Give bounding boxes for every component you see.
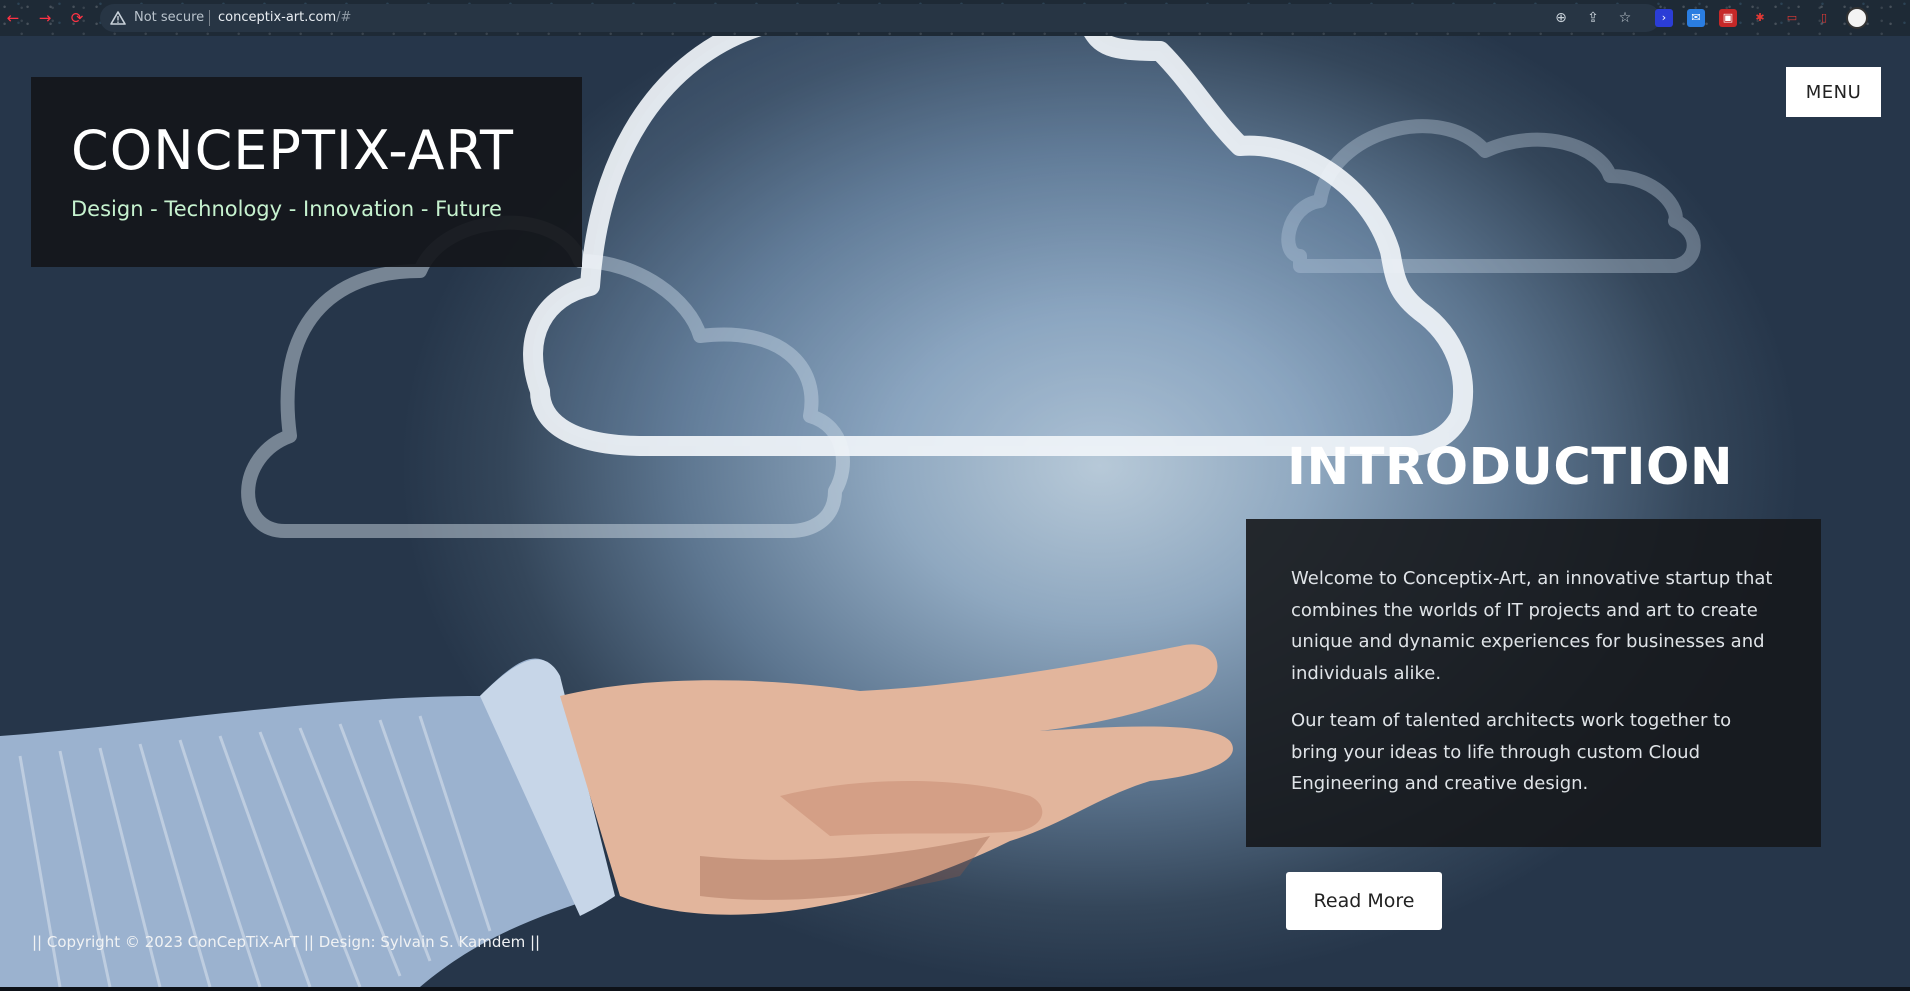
warning-icon	[110, 11, 126, 25]
extension-terminal-icon[interactable]: ›	[1655, 9, 1673, 27]
site-tagline: Design - Technology - Innovation - Futur…	[71, 197, 502, 221]
extension-cast-icon[interactable]: ▭	[1783, 9, 1801, 27]
address-divider	[209, 10, 210, 26]
intro-paragraph-2: Our team of talented architects work tog…	[1291, 710, 1732, 794]
site-title[interactable]: CONCEPTIX-ART	[71, 119, 514, 182]
forward-icon[interactable]: →	[36, 9, 54, 27]
cloud-outline-large	[523, 36, 1473, 456]
read-more-button[interactable]: Read More	[1286, 872, 1442, 930]
address-bar[interactable]: Not secure conceptix-art.com/# ⊕ ⇪ ☆	[100, 4, 1660, 32]
extension-pdf-icon[interactable]: ▣	[1719, 9, 1737, 27]
url-domain: conceptix-art.com	[218, 10, 337, 25]
share-icon[interactable]: ⇪	[1584, 9, 1602, 27]
install-app-icon[interactable]: ⊕	[1552, 9, 1570, 27]
url-text[interactable]: conceptix-art.com/#	[218, 10, 351, 25]
url-path: /#	[336, 10, 352, 25]
intro-heading: INTRODUCTION	[1287, 438, 1734, 497]
profile-avatar[interactable]	[1846, 7, 1868, 29]
reload-icon[interactable]: ⟳	[68, 9, 86, 27]
intro-panel: Welcome to Conceptix-Art, an innovative …	[1246, 519, 1821, 847]
extension-sidebar-icon[interactable]: ▯	[1815, 9, 1833, 27]
extension-puzzle-icon[interactable]: ✱	[1751, 9, 1769, 27]
bookmark-star-icon[interactable]: ☆	[1616, 9, 1634, 27]
menu-button[interactable]: MENU	[1786, 67, 1881, 117]
brand-panel: CONCEPTIX-ART Design - Technology - Inno…	[31, 77, 582, 267]
intro-paragraph-1: Welcome to Conceptix-Art, an innovative …	[1291, 568, 1773, 684]
footer-copyright: || Copyright © 2023 ConCepTiX-ArT || Des…	[32, 933, 541, 951]
back-icon[interactable]: ←	[4, 9, 22, 27]
hero-section: CONCEPTIX-ART Design - Technology - Inno…	[0, 36, 1910, 987]
browser-toolbar: ← → ⟳ Not secure conceptix-art.com/# ⊕ ⇪…	[0, 0, 1910, 36]
security-label[interactable]: Not secure	[134, 10, 204, 25]
extension-translate-icon[interactable]: ✉	[1687, 9, 1705, 27]
page-bottom-edge	[0, 987, 1910, 991]
